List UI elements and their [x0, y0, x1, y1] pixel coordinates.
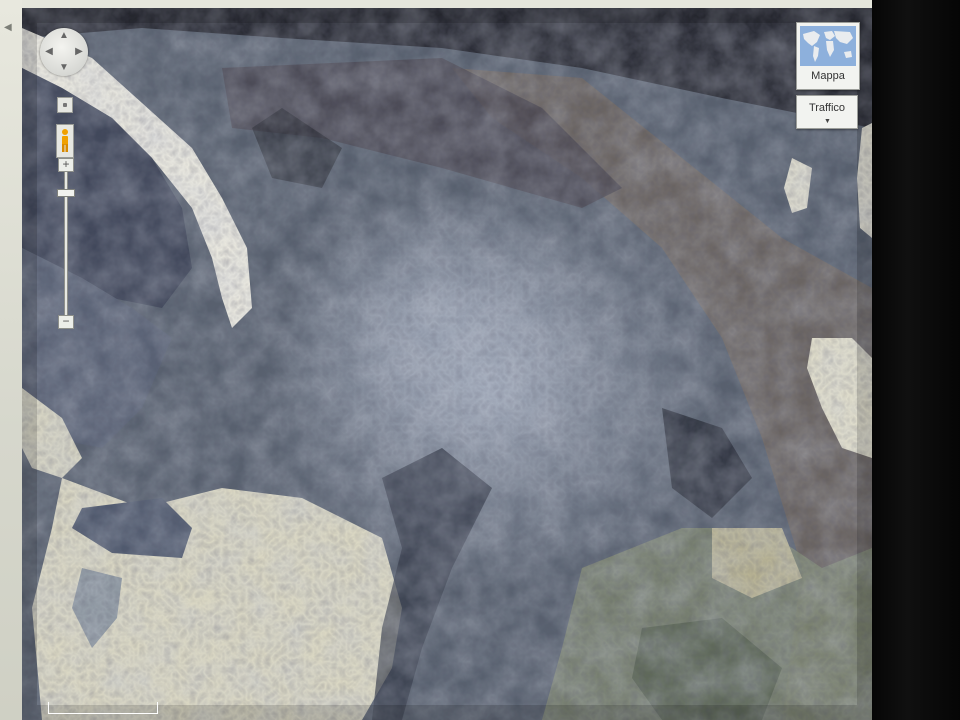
satellite-imagery	[22, 8, 872, 720]
pan-left-icon[interactable]: ◀	[44, 47, 54, 57]
world-map-icon	[800, 26, 856, 66]
map-type-label: Mappa	[811, 70, 845, 82]
pan-down-icon[interactable]: ▼	[59, 63, 69, 73]
map-type-button[interactable]: Mappa	[796, 22, 860, 90]
traffic-label: Traffico	[808, 102, 846, 114]
pan-control[interactable]: ▲ ▼ ◀ ▶	[40, 28, 88, 76]
street-view-pegman[interactable]	[56, 124, 74, 158]
pegman-icon	[62, 129, 68, 152]
traffic-dropdown[interactable]: Traffico ▼	[796, 95, 858, 129]
pan-right-icon[interactable]: ▶	[74, 47, 84, 57]
pan-up-icon[interactable]: ▲	[59, 31, 69, 41]
collapse-panel-icon[interactable]: ◀	[4, 22, 12, 33]
satellite-map[interactable]: ▲ ▼ ◀ ▶ + − Mappa Traffico ▼	[22, 8, 872, 720]
left-panel-edge: ◀	[0, 0, 22, 720]
zoom-slider-handle[interactable]	[57, 189, 75, 197]
browser-top-edge	[0, 0, 960, 8]
zoom-reset-button[interactable]	[57, 97, 73, 113]
zoom-in-button[interactable]: +	[58, 158, 74, 172]
chevron-down-icon: ▼	[824, 118, 831, 125]
monitor-bezel	[872, 0, 960, 720]
map-scale-bar	[48, 702, 158, 714]
zoom-out-button[interactable]: −	[58, 315, 74, 329]
